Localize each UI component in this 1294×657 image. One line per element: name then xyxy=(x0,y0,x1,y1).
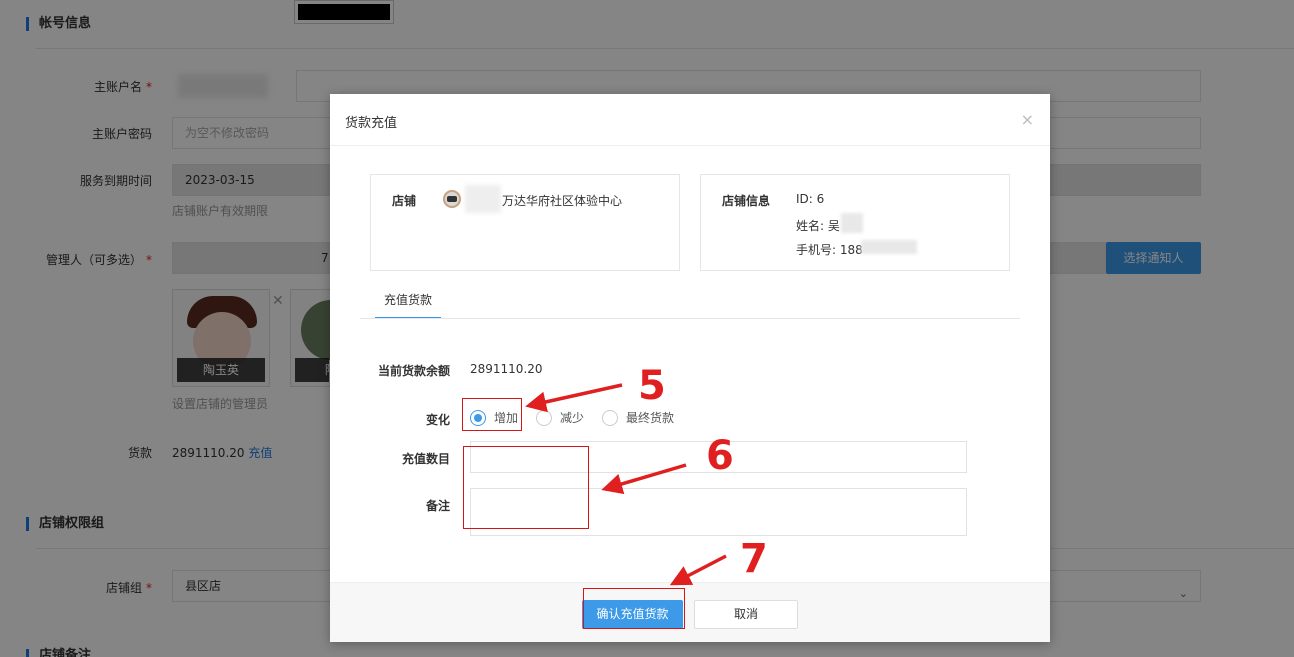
store-name: 万达华府社区体验中心 xyxy=(502,194,623,208)
redacted-phone xyxy=(861,240,917,254)
annotation-box-step5 xyxy=(462,398,522,431)
store-avatar-icon xyxy=(443,190,461,208)
radio-decrease[interactable]: 减少 xyxy=(536,409,584,426)
store-phone: 手机号: 188 xyxy=(796,243,863,257)
redacted-contact xyxy=(841,213,863,233)
balance-value: 2891110.20 xyxy=(470,362,543,376)
radio-unchecked-icon xyxy=(602,409,618,426)
store-id: ID: 6 xyxy=(796,192,825,206)
radio-final-amount[interactable]: 最终货款 xyxy=(602,409,674,426)
radio-unchecked-icon xyxy=(536,409,552,426)
store-info-label: 店铺信息 xyxy=(722,194,771,208)
dialog-header: 货款充值 × xyxy=(330,94,1050,146)
tab-recharge[interactable]: 充值货款 xyxy=(375,293,442,319)
annotation-box-step6 xyxy=(463,446,589,529)
recharge-dialog: 货款充值 × 店铺 万达华府社区体验中心 店铺信息 ID: 6 姓名: 吴 手机… xyxy=(330,94,1050,642)
remark-label: 备注 xyxy=(425,499,450,513)
amount-label: 充值数目 xyxy=(401,452,450,466)
annotation-step6: 6 xyxy=(706,433,734,479)
change-label: 变化 xyxy=(425,413,450,427)
annotation-step7: 7 xyxy=(740,536,768,582)
balance-label: 当前货款余额 xyxy=(377,364,450,378)
annotation-step5: 5 xyxy=(638,363,666,409)
tab-divider xyxy=(360,318,1020,319)
cancel-button[interactable]: 取消 xyxy=(694,600,798,629)
store-box: 店铺 万达华府社区体验中心 xyxy=(370,174,680,271)
annotation-box-step7 xyxy=(583,588,685,629)
redacted-store-prefix xyxy=(465,185,501,213)
close-icon[interactable]: × xyxy=(1021,110,1034,129)
dialog-footer: 确认充值货款 取消 xyxy=(330,582,1050,642)
dialog-title: 货款充值 xyxy=(345,116,398,131)
store-info-box: 店铺信息 ID: 6 姓名: 吴 手机号: 188 xyxy=(700,174,1010,271)
store-label: 店铺 xyxy=(392,194,417,208)
store-contact: 姓名: 吴 xyxy=(796,219,840,233)
